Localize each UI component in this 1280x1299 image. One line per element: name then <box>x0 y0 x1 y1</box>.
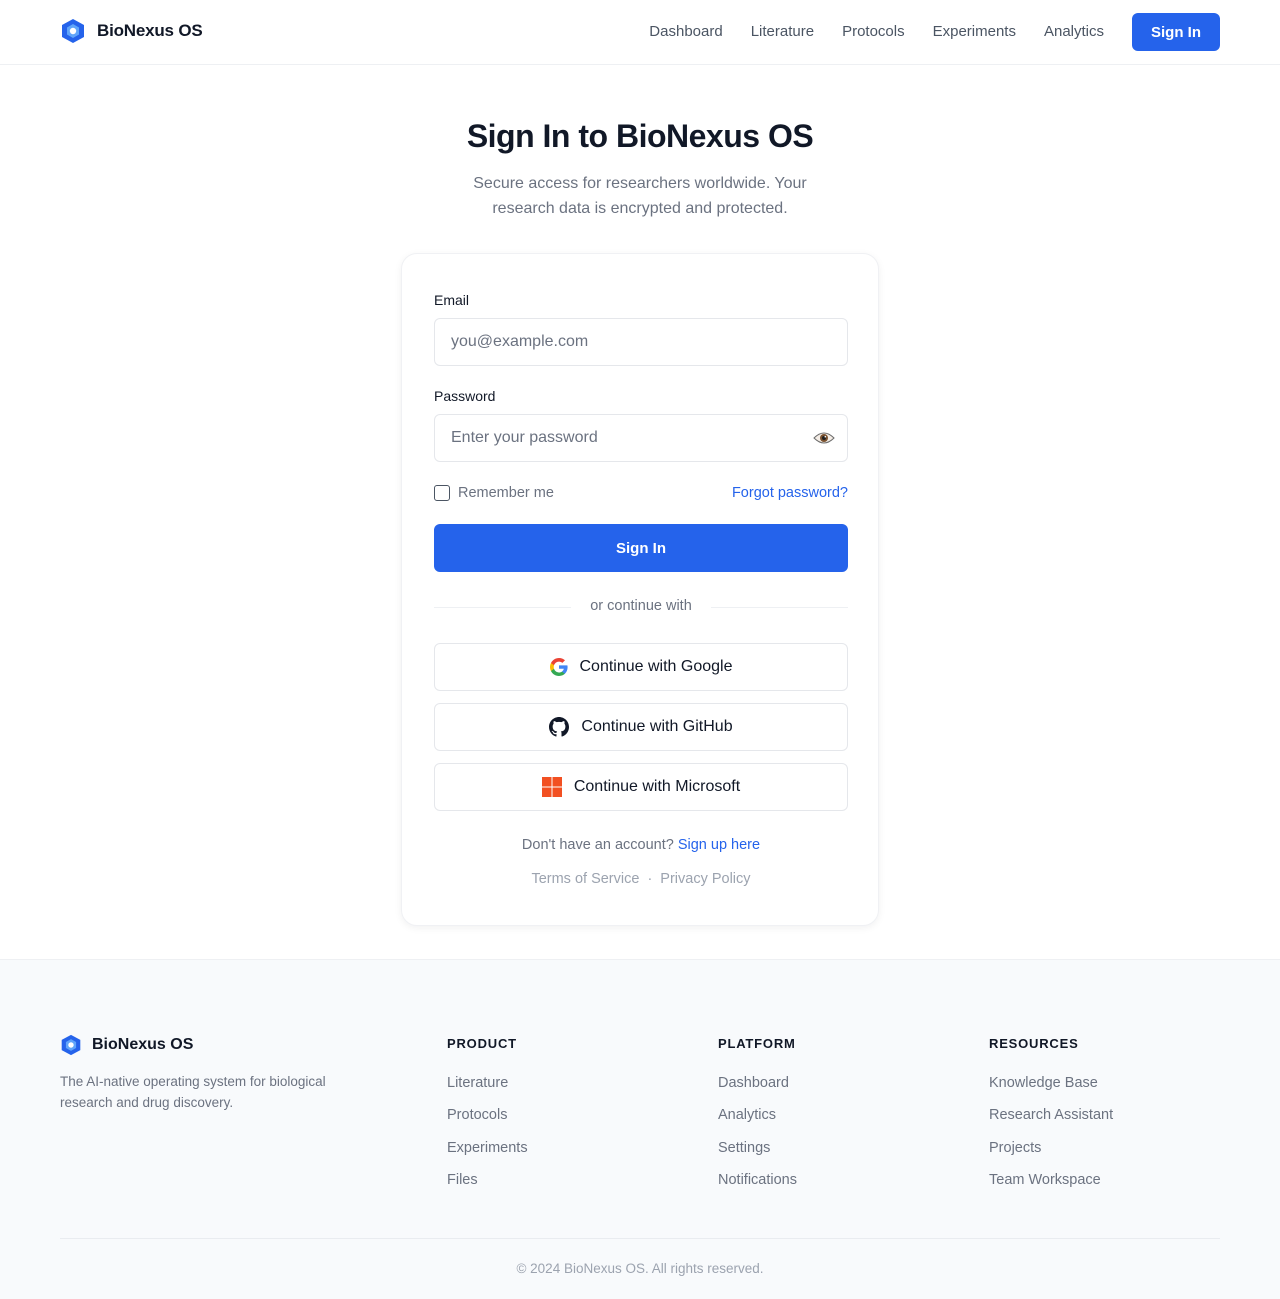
microsoft-sign-in-button[interactable]: Continue with Microsoft <box>434 763 848 811</box>
nav-link-experiments[interactable]: Experiments <box>933 13 1016 51</box>
legal-links: Terms of Service · Privacy Policy <box>402 871 880 887</box>
footer-link-team-workspace[interactable]: Team Workspace <box>989 1172 1113 1204</box>
terms-of-service-link[interactable]: Terms of Service <box>531 871 639 887</box>
hexagon-logo-icon <box>62 19 84 43</box>
footer-column-platform: PLATFORM Dashboard Analytics Settings No… <box>718 1036 797 1204</box>
password-input[interactable] <box>434 414 848 462</box>
password-label: Password <box>434 388 496 404</box>
remember-me-label[interactable]: Remember me <box>458 485 554 501</box>
footer-column-resources: RESOURCES Knowledge Base Research Assist… <box>989 1036 1113 1204</box>
footer: BioNexus OS The AI-native operating syst… <box>0 959 1280 1299</box>
or-divider: or continue with <box>434 597 848 617</box>
microsoft-icon <box>541 777 562 797</box>
nav-link-analytics[interactable]: Analytics <box>1044 13 1104 51</box>
footer-column-product: PRODUCT Literature Protocols Experiments… <box>447 1036 528 1204</box>
header-sign-in-button[interactable]: Sign In <box>1132 13 1220 51</box>
brand-name: BioNexus OS <box>97 21 203 40</box>
footer-link-literature[interactable]: Literature <box>447 1075 528 1107</box>
footer-divider <box>60 1238 1220 1239</box>
sign-in-submit-button[interactable]: Sign In <box>434 524 848 572</box>
brand[interactable]: BioNexus OS <box>60 18 203 44</box>
footer-link-dashboard[interactable]: Dashboard <box>718 1075 797 1107</box>
footer-link-files[interactable]: Files <box>447 1172 528 1204</box>
footer-link-notifications[interactable]: Notifications <box>718 1172 797 1204</box>
footer-link-projects[interactable]: Projects <box>989 1140 1113 1172</box>
divider-line-right <box>711 607 848 608</box>
email-input[interactable] <box>434 318 848 366</box>
footer-link-analytics[interactable]: Analytics <box>718 1107 797 1139</box>
copyright: © 2024 BioNexus OS. All rights reserved. <box>516 1261 764 1276</box>
footer-link-settings[interactable]: Settings <box>718 1140 797 1172</box>
footer-link-research-assistant[interactable]: Research Assistant <box>989 1107 1113 1139</box>
page-title: Sign In to BioNexus OS <box>466 118 814 154</box>
nav-link-protocols[interactable]: Protocols <box>842 13 905 51</box>
footer-brand-name: BioNexus OS <box>92 1036 194 1053</box>
footer-link-experiments[interactable]: Experiments <box>447 1140 528 1172</box>
remember-me-checkbox[interactable] <box>434 485 450 501</box>
privacy-policy-link[interactable]: Privacy Policy <box>660 871 750 887</box>
signup-link[interactable]: Sign up here <box>678 837 760 853</box>
nav-link-dashboard[interactable]: Dashboard <box>649 13 722 51</box>
footer-column-title: RESOURCES <box>989 1036 1079 1051</box>
google-button-label: Continue with Google <box>579 658 733 675</box>
eye-icon[interactable] <box>812 426 836 450</box>
footer-brand[interactable]: BioNexus OS <box>60 1034 193 1056</box>
footer-column-title: PLATFORM <box>718 1036 796 1051</box>
microsoft-button-label: Continue with Microsoft <box>573 778 741 795</box>
legal-separator: · <box>647 871 653 887</box>
sign-in-card: Email Password Remember me Forgot passwo… <box>401 253 879 926</box>
footer-link-knowledge-base[interactable]: Knowledge Base <box>989 1075 1113 1107</box>
hexagon-logo-icon <box>61 1034 81 1056</box>
page-subtitle: Secure access for researchers worldwide.… <box>473 175 807 217</box>
github-icon <box>549 717 570 737</box>
footer-link-protocols[interactable]: Protocols <box>447 1107 528 1139</box>
footer-column-title: PRODUCT <box>447 1036 517 1051</box>
signup-prompt-text: Don't have an account? <box>521 837 674 853</box>
github-sign-in-button[interactable]: Continue with GitHub <box>434 703 848 751</box>
forgot-password-link[interactable]: Forgot password? <box>732 485 848 501</box>
top-navbar: BioNexus OS Dashboard Literature Protoco… <box>0 0 1280 65</box>
remember-forgot-row: Remember me Forgot password? <box>434 484 848 504</box>
google-sign-in-button[interactable]: Continue with Google <box>434 643 848 691</box>
github-button-label: Continue with GitHub <box>581 718 733 735</box>
google-icon <box>549 658 568 676</box>
signup-prompt: Don't have an account? Sign up here <box>402 837 880 853</box>
nav-link-literature[interactable]: Literature <box>751 13 814 51</box>
divider-text: or continue with <box>590 598 692 614</box>
email-label: Email <box>434 292 470 308</box>
footer-description: The AI-native operating system for biolo… <box>60 1074 326 1110</box>
main-nav: Dashboard Literature Protocols Experimen… <box>649 13 1220 51</box>
